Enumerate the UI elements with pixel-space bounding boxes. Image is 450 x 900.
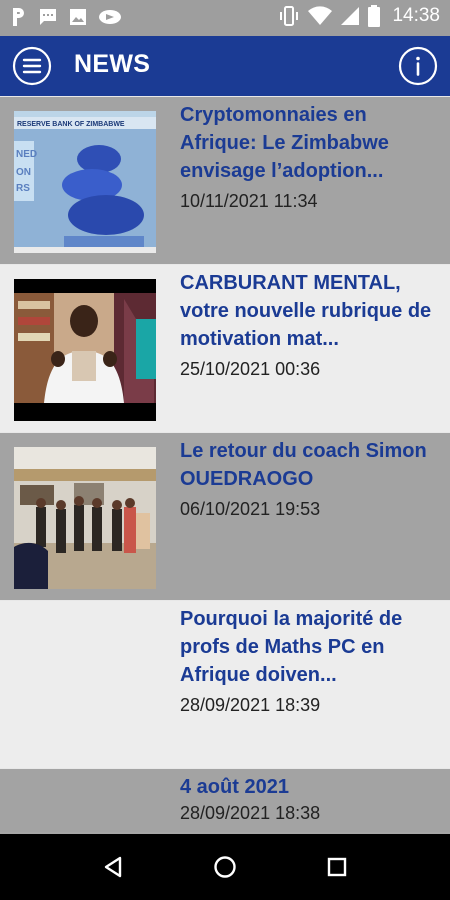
info-button[interactable] bbox=[398, 46, 438, 86]
wifi-icon bbox=[308, 6, 333, 26]
home-icon bbox=[214, 856, 236, 878]
news-item[interactable]: CARBURANT MENTAL, votre nouvelle rubriqu… bbox=[0, 264, 450, 432]
news-thumbnail bbox=[14, 279, 156, 421]
news-item[interactable]: Le retour du coach Simon OUEDRAOGO 06/10… bbox=[0, 432, 450, 600]
vibrate-icon bbox=[280, 6, 299, 26]
news-item[interactable]: 4 août 2021 28/09/2021 18:38 bbox=[0, 768, 450, 832]
svg-text:RESERVE BANK OF ZIMBABWE: RESERVE BANK OF ZIMBABWE bbox=[17, 121, 125, 128]
news-item[interactable]: RESERVE BANK OF ZIMBABWE NED ON RS Crypt… bbox=[0, 96, 450, 264]
menu-button[interactable] bbox=[12, 46, 52, 86]
news-title[interactable]: CARBURANT MENTAL, votre nouvelle rubriqu… bbox=[180, 269, 442, 353]
signal-icon bbox=[341, 7, 360, 25]
cast-icon bbox=[99, 10, 121, 24]
news-list: RESERVE BANK OF ZIMBABWE NED ON RS Crypt… bbox=[0, 96, 450, 834]
battery-icon bbox=[368, 5, 381, 27]
news-date: 25/10/2021 00:36 bbox=[180, 359, 321, 379]
recents-button[interactable] bbox=[324, 854, 350, 880]
news-title[interactable]: 4 août 2021 bbox=[180, 773, 442, 801]
news-date: 28/09/2021 18:39 bbox=[180, 695, 321, 715]
menu-icon bbox=[12, 46, 52, 86]
back-icon bbox=[104, 856, 122, 878]
news-text: Cryptomonnaies en Afrique: Le Zimbabwe e… bbox=[180, 101, 442, 213]
page-title: NEWS bbox=[74, 50, 151, 78]
info-icon bbox=[398, 46, 438, 86]
image-icon bbox=[70, 9, 86, 25]
status-bar-system: 14:38 bbox=[278, 5, 440, 27]
app-bar: NEWS bbox=[0, 36, 450, 96]
news-item[interactable]: Pourquoi la majorité de profs de Maths P… bbox=[0, 600, 450, 768]
news-thumbnail bbox=[14, 447, 156, 589]
recents-icon bbox=[327, 857, 347, 877]
status-bar: 14:38 bbox=[0, 0, 450, 36]
back-button[interactable] bbox=[100, 854, 126, 880]
news-text: Le retour du coach Simon OUEDRAOGO 06/10… bbox=[180, 437, 442, 521]
news-title[interactable]: Cryptomonnaies en Afrique: Le Zimbabwe e… bbox=[180, 101, 442, 185]
news-title[interactable]: Pourquoi la majorité de profs de Maths P… bbox=[180, 605, 442, 689]
parking-icon bbox=[13, 8, 24, 26]
news-thumbnail: RESERVE BANK OF ZIMBABWE NED ON RS bbox=[14, 111, 156, 253]
message-icon bbox=[40, 9, 56, 25]
news-text: 4 août 2021 28/09/2021 18:38 bbox=[180, 773, 442, 825]
news-date: 10/11/2021 11:34 bbox=[180, 191, 318, 211]
svg-text:RS: RS bbox=[16, 183, 30, 194]
news-title[interactable]: Le retour du coach Simon OUEDRAOGO bbox=[180, 437, 442, 493]
news-date: 06/10/2021 19:53 bbox=[180, 499, 321, 519]
news-text: Pourquoi la majorité de profs de Maths P… bbox=[180, 605, 442, 717]
svg-text:NED: NED bbox=[16, 149, 37, 160]
home-button[interactable] bbox=[212, 854, 238, 880]
news-text: CARBURANT MENTAL, votre nouvelle rubriqu… bbox=[180, 269, 442, 381]
navigation-bar bbox=[0, 834, 450, 900]
news-date: 28/09/2021 18:38 bbox=[180, 803, 321, 823]
status-bar-notifications bbox=[10, 6, 122, 28]
svg-text:ON: ON bbox=[16, 167, 31, 178]
clock: 14:38 bbox=[392, 5, 440, 26]
